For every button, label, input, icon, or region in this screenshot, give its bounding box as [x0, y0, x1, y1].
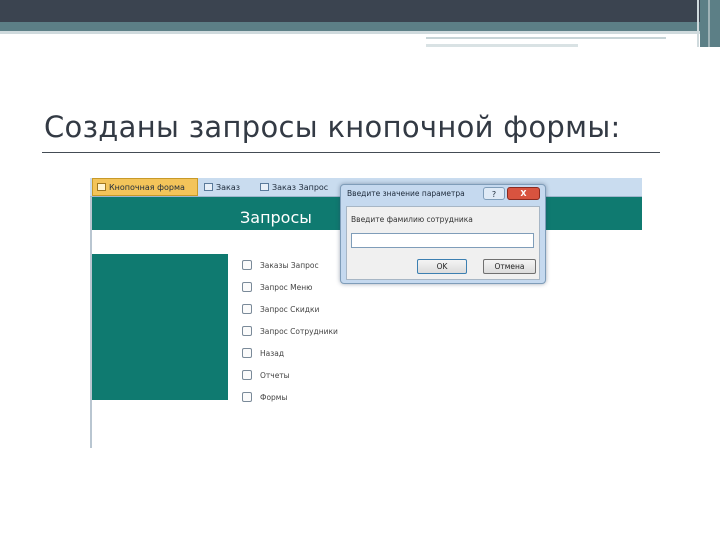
- menu-button[interactable]: [242, 392, 252, 402]
- menu-item-menu-query[interactable]: Запрос Меню: [242, 280, 312, 294]
- dialog-body: Введите фамилию сотрудника OK Отмена: [346, 206, 540, 280]
- menu-button[interactable]: [242, 304, 252, 314]
- menu-item-orders-query[interactable]: Заказы Запрос: [242, 258, 319, 272]
- menu-item-label: Назад: [260, 348, 285, 358]
- dialog-title: Введите значение параметра: [347, 189, 465, 198]
- menu-item-discount-query[interactable]: Запрос Скидки: [242, 302, 319, 316]
- slide-deco-line: [426, 37, 666, 39]
- dialog-titlebar[interactable]: Введите значение параметра ? X: [341, 185, 545, 203]
- slide-top-stripe-light: [0, 31, 720, 34]
- slide-title: Созданы запросы кнопочной формы:: [44, 110, 621, 144]
- menu-button[interactable]: [242, 370, 252, 380]
- tab-label: Заказ: [216, 182, 241, 192]
- tab-switchboard[interactable]: Кнопочная форма: [92, 178, 198, 196]
- menu-button[interactable]: [242, 282, 252, 292]
- help-button[interactable]: ?: [483, 187, 505, 200]
- tab-order-query[interactable]: Заказ Запрос: [256, 178, 344, 196]
- slide-deco-line: [426, 44, 578, 47]
- menu-item-label: Запрос Меню: [260, 282, 313, 292]
- menu-item-label: Запрос Скидки: [260, 304, 320, 314]
- table-icon: [204, 183, 213, 191]
- menu-item-label: Отчеты: [260, 370, 290, 380]
- menu-item-back[interactable]: Назад: [242, 346, 284, 360]
- form-icon: [97, 183, 106, 191]
- slide-top-stripe: [0, 22, 720, 31]
- menu-item-reports[interactable]: Отчеты: [242, 368, 290, 382]
- menu-item-label: Запрос Сотрудники: [260, 326, 338, 336]
- menu-button[interactable]: [242, 326, 252, 336]
- parameter-prompt: Введите фамилию сотрудника: [351, 215, 473, 224]
- menu-item-label: Формы: [260, 392, 288, 402]
- menu-button[interactable]: [242, 348, 252, 358]
- form-title: Запросы: [240, 208, 312, 227]
- parameter-input[interactable]: [351, 233, 534, 248]
- tab-label: Заказ Запрос: [272, 182, 329, 192]
- cancel-button[interactable]: Отмена: [483, 259, 536, 274]
- menu-item-label: Заказы Запрос: [260, 260, 319, 270]
- form-side-panel: [92, 254, 228, 400]
- title-underline: [42, 152, 660, 153]
- menu-button[interactable]: [242, 260, 252, 270]
- ok-button[interactable]: OK: [417, 259, 467, 274]
- tab-order[interactable]: Заказ: [200, 178, 254, 196]
- slide-deco-block: [700, 0, 720, 47]
- menu-item-forms[interactable]: Формы: [242, 390, 287, 404]
- parameter-dialog: Введите значение параметра ? X Введите ф…: [340, 184, 546, 284]
- close-button[interactable]: X: [507, 187, 540, 200]
- slide-deco-bar: [708, 0, 710, 47]
- slide-deco-bar: [697, 0, 699, 47]
- slide-top-band: [0, 0, 720, 22]
- menu-item-employees-query[interactable]: Запрос Сотрудники: [242, 324, 338, 338]
- query-icon: [260, 183, 269, 191]
- tab-label: Кнопочная форма: [109, 182, 185, 192]
